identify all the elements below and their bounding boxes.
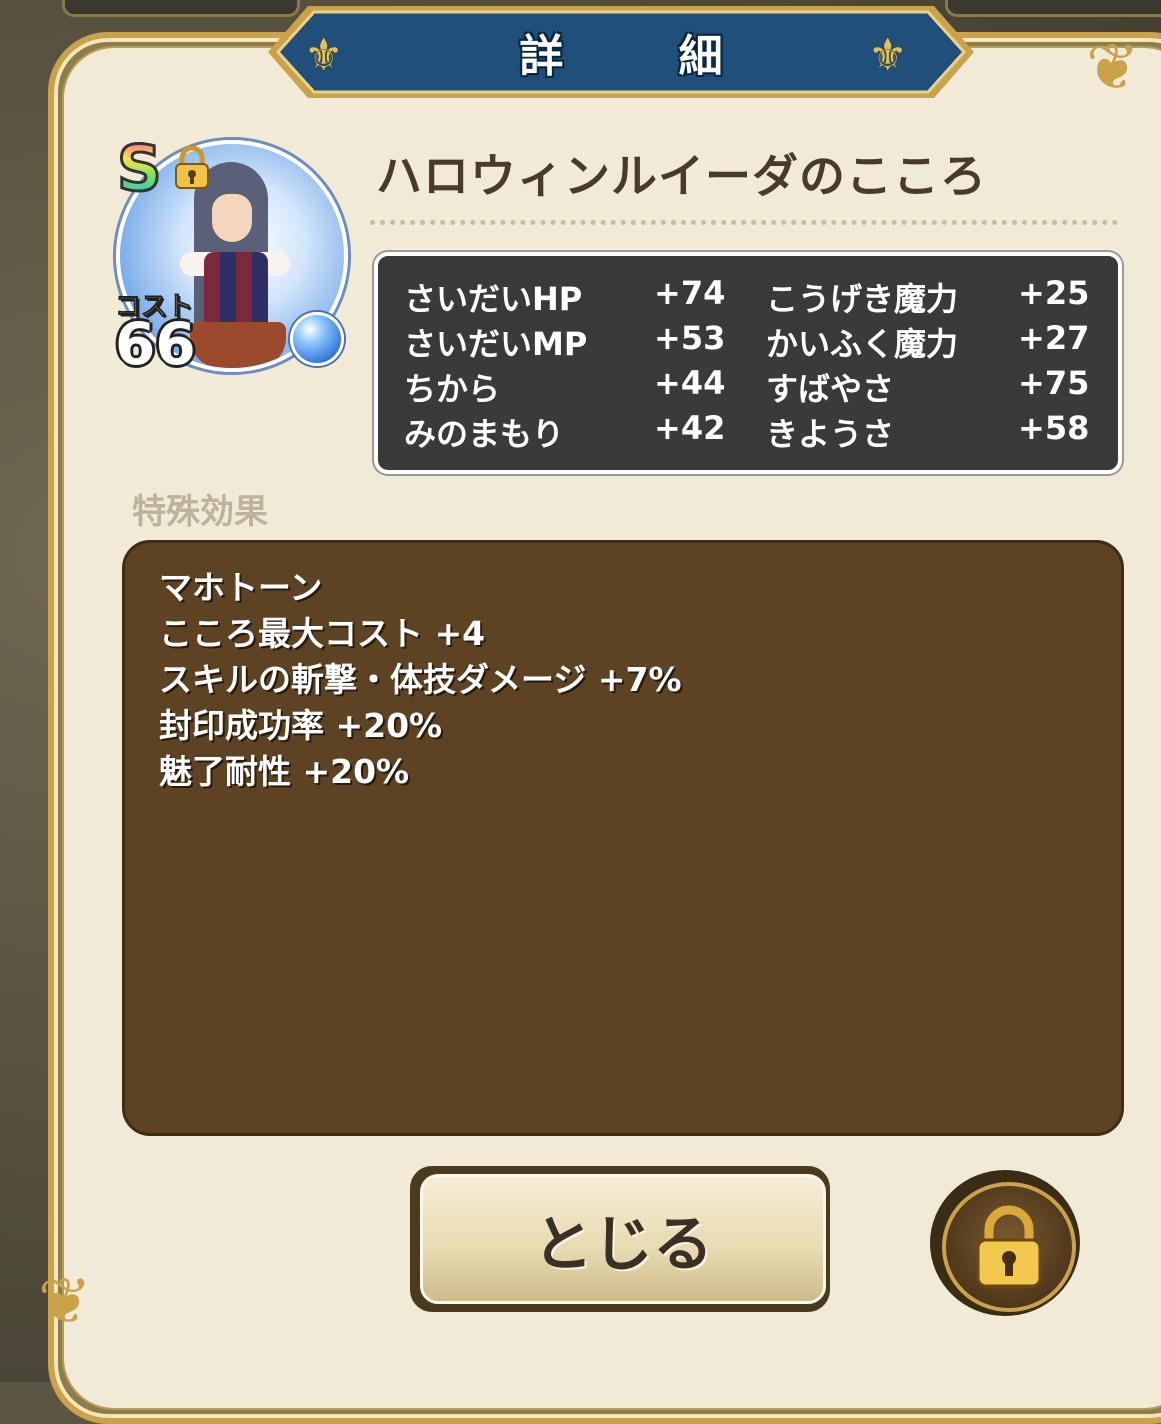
- lock-button-face[interactable]: [942, 1182, 1076, 1312]
- stat-name: きようさ: [766, 415, 895, 453]
- divider: [370, 220, 1118, 225]
- special-effects-heading: 特殊効果: [132, 492, 268, 532]
- character-face: [212, 194, 252, 242]
- stat-name: こうげき魔力: [766, 280, 959, 318]
- stat-row: さいだいMP +53 かいふく魔力 +27: [378, 319, 1118, 365]
- stat-value: +42: [654, 409, 726, 447]
- effect-line: マホトーン: [159, 568, 323, 607]
- effect-line: 魅了耐性 +20%: [159, 752, 410, 791]
- close-button[interactable]: とじる: [410, 1166, 830, 1312]
- stat-row: ちから +44 すばやさ +75: [378, 364, 1118, 410]
- close-button-label[interactable]: とじる: [420, 1174, 826, 1304]
- effect-line: 封印成功率 +20%: [159, 706, 443, 745]
- stat-value: +53: [654, 319, 726, 357]
- stat-value: +44: [654, 364, 726, 402]
- stat-value: +75: [1018, 364, 1090, 402]
- stat-value: +58: [1018, 409, 1090, 447]
- stat-row: さいだいHP +74 こうげき魔力 +25: [378, 274, 1118, 320]
- stat-name: みのまもり: [404, 415, 565, 453]
- stat-name: さいだいMP: [404, 325, 588, 363]
- stat-value: +25: [1018, 274, 1090, 312]
- top-tab-left: [62, 0, 300, 17]
- stat-value: +27: [1018, 319, 1090, 357]
- stat-name: さいだいHP: [404, 280, 583, 318]
- blue-orb-icon: [290, 312, 344, 366]
- stats-panel: さいだいHP +74 こうげき魔力 +25 さいだいMP +53 かいふく魔力 …: [374, 252, 1122, 474]
- stat-name: すばやさ: [766, 370, 895, 408]
- stat-row: みのまもり +42 きようさ +58: [378, 409, 1118, 455]
- special-effects-panel: マホトーン こころ最大コスト +4 スキルの斬撃・体技ダメージ +7% 封印成功…: [122, 540, 1124, 1136]
- cost-value: 66: [115, 310, 196, 378]
- heart-name: ハロウィンルイーダのこころ: [376, 149, 987, 203]
- stat-name: ちから: [404, 370, 501, 408]
- effect-line: こころ最大コスト +4: [159, 614, 486, 653]
- padlock-icon: [976, 1205, 1042, 1288]
- corner-ornament-icon: ❦: [38, 1265, 92, 1339]
- lock-icon: [175, 146, 209, 189]
- dialog-title: 詳 細: [519, 31, 773, 82]
- effect-line: スキルの斬撃・体技ダメージ +7%: [159, 660, 682, 699]
- character-skirt: [190, 322, 286, 368]
- rank-badge: S: [116, 132, 164, 205]
- lock-button[interactable]: [930, 1170, 1080, 1316]
- stat-value: +74: [654, 274, 726, 312]
- stat-name: かいふく魔力: [766, 325, 959, 363]
- corner-ornament-icon: ❦: [1086, 31, 1140, 105]
- dialog-header-banner: ⚜ ⚜ 詳 細: [268, 4, 974, 100]
- top-tab-right: [945, 0, 1161, 17]
